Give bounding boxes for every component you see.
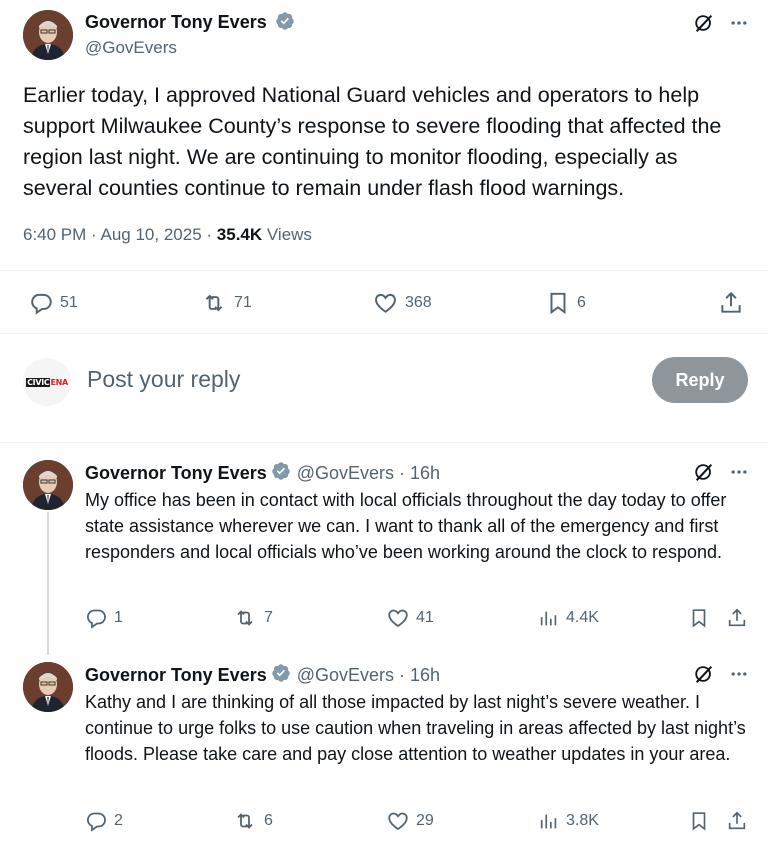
repost-action[interactable]: 71	[200, 290, 252, 316]
user-avatar-logo: CIVICENA	[26, 377, 68, 387]
verified-icon	[275, 11, 295, 36]
like-action[interactable]: 41	[386, 606, 434, 630]
views-count: 4.4K	[566, 609, 599, 626]
reply-input[interactable]: Post your reply	[87, 366, 240, 393]
reply-action[interactable]: 2	[84, 809, 123, 833]
reply-header: Governor Tony Evers @GovEvers · 16h	[85, 663, 440, 688]
like-icon	[386, 809, 410, 833]
like-action[interactable]: 29	[386, 809, 434, 833]
reply-icon	[84, 809, 108, 833]
reply-count: 2	[114, 812, 123, 829]
repost-icon	[232, 606, 258, 630]
reply-author-avatar[interactable]	[23, 662, 73, 712]
views-count: 3.8K	[566, 812, 599, 829]
verified-icon	[271, 461, 291, 486]
reply-author-name[interactable]: Governor Tony Evers	[85, 463, 267, 484]
verified-icon	[271, 663, 291, 688]
reply-author-name[interactable]: Governor Tony Evers	[85, 665, 267, 686]
reply-count: 1	[114, 609, 123, 626]
share-icon	[726, 809, 748, 833]
views-icon	[538, 809, 560, 833]
tweet-date[interactable]: Aug 10, 2025	[101, 225, 202, 244]
author-handle[interactable]: @GovEvers	[85, 38, 177, 58]
divider	[0, 442, 768, 443]
reply-handle-time[interactable]: @GovEvers · 16h	[297, 665, 440, 686]
repost-count: 6	[264, 812, 273, 829]
share-action[interactable]	[726, 606, 748, 630]
grok-icon[interactable]	[693, 461, 715, 483]
like-action[interactable]: 368	[372, 290, 432, 316]
reply-handle-time[interactable]: @GovEvers · 16h	[297, 463, 440, 484]
grok-icon[interactable]	[693, 663, 715, 685]
reply-action[interactable]: 1	[84, 606, 123, 630]
repost-count: 71	[234, 294, 252, 311]
repost-count: 7	[264, 609, 273, 626]
reply-text: Kathy and I are thinking of all those im…	[85, 692, 746, 764]
reply-button[interactable]: Reply	[652, 357, 748, 403]
tweet-text: Earlier today, I approved National Guard…	[23, 83, 722, 200]
reply-action[interactable]: 51	[28, 290, 78, 316]
thread-connector	[47, 512, 49, 655]
more-icon[interactable]	[729, 462, 749, 482]
views-action[interactable]: 3.8K	[538, 809, 599, 833]
views-label: Views	[266, 225, 312, 244]
author-avatar[interactable]	[23, 10, 73, 60]
share-icon	[726, 606, 748, 630]
bookmark-count: 6	[577, 294, 586, 311]
bookmark-action[interactable]: 6	[545, 290, 586, 316]
reply-text: My office has been in contact with local…	[85, 490, 727, 562]
repost-icon	[200, 290, 228, 316]
bookmark-action[interactable]	[688, 809, 710, 833]
like-count: 368	[405, 294, 432, 311]
bookmark-action[interactable]	[688, 606, 710, 630]
share-icon	[718, 290, 744, 316]
share-action[interactable]	[726, 809, 748, 833]
more-icon[interactable]	[729, 664, 749, 684]
author-header: Governor Tony Evers	[85, 11, 295, 36]
bookmark-icon	[545, 290, 571, 316]
repost-action[interactable]: 6	[232, 809, 273, 833]
reply-count: 51	[60, 294, 78, 311]
reply-author-avatar[interactable]	[23, 460, 73, 510]
author-name[interactable]: Governor Tony Evers	[85, 12, 267, 32]
repost-icon	[232, 809, 258, 833]
tweet-time[interactable]: 6:40 PM	[23, 225, 86, 244]
views-count: 35.4K	[216, 225, 263, 244]
more-icon[interactable]	[729, 13, 749, 33]
share-action[interactable]	[718, 290, 744, 316]
views-icon	[538, 606, 560, 630]
like-icon	[386, 606, 410, 630]
repost-action[interactable]: 7	[232, 606, 273, 630]
bookmark-icon	[688, 809, 710, 833]
user-avatar[interactable]: CIVICENA	[23, 358, 71, 406]
reply-icon	[84, 606, 108, 630]
grok-icon[interactable]	[693, 12, 715, 34]
like-count: 29	[416, 812, 434, 829]
tweet-meta: 6:40 PM · Aug 10, 2025 · 35.4K Views	[23, 225, 312, 244]
divider	[0, 270, 768, 271]
divider	[0, 333, 768, 334]
like-icon	[372, 290, 399, 316]
views-action[interactable]: 4.4K	[538, 606, 599, 630]
like-count: 41	[416, 609, 434, 626]
bookmark-icon	[688, 606, 710, 630]
reply-header: Governor Tony Evers @GovEvers · 16h	[85, 461, 440, 486]
reply-icon	[28, 290, 54, 316]
